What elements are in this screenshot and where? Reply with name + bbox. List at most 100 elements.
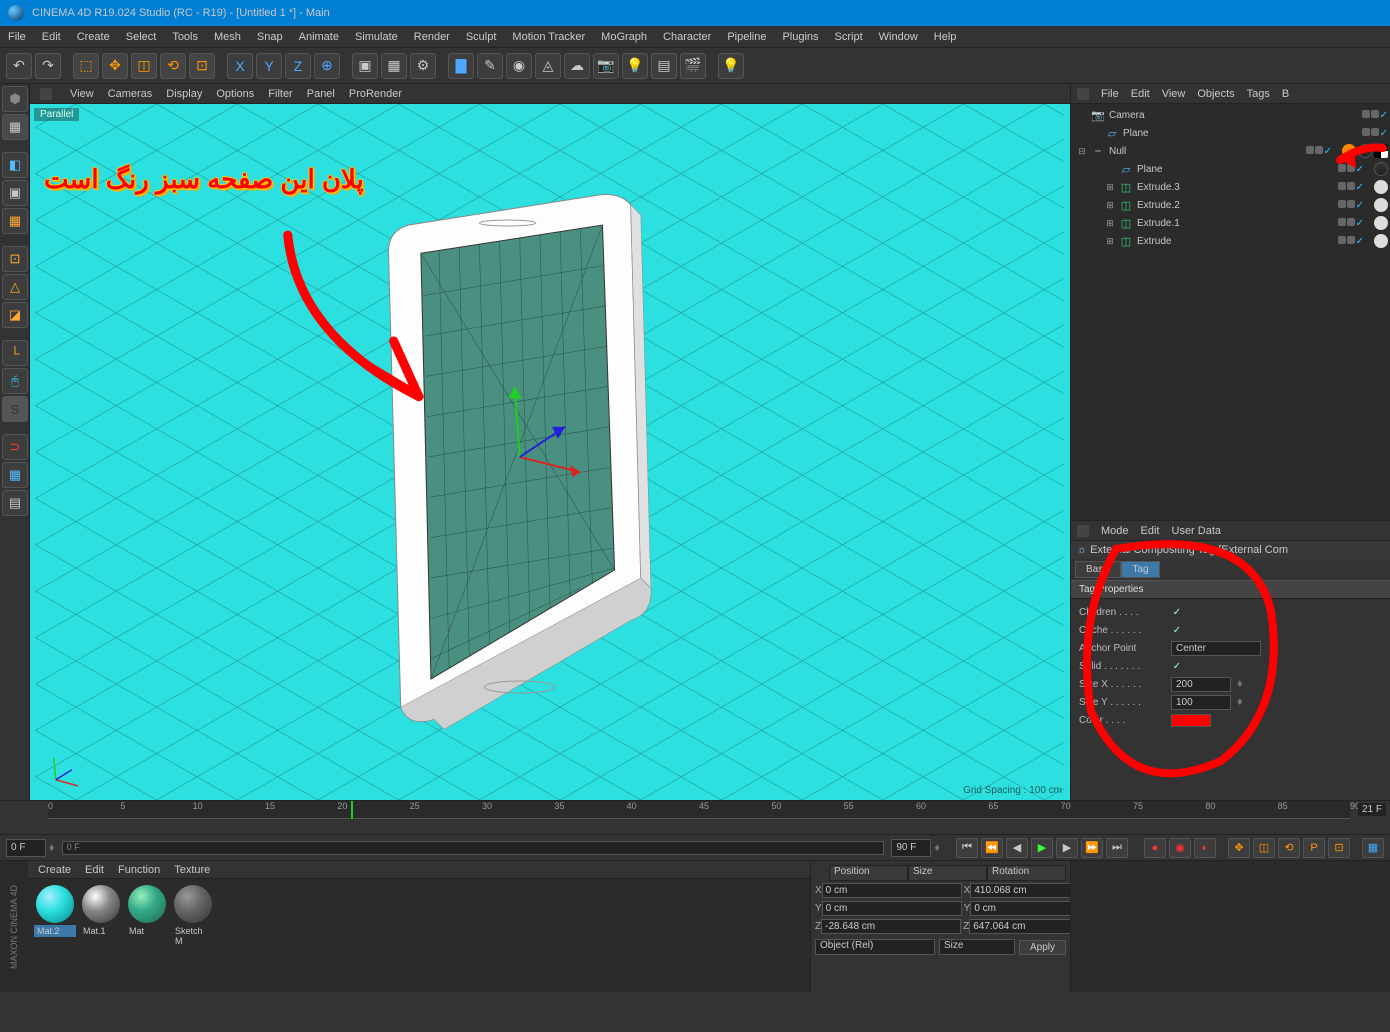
om-menu-file[interactable]: File <box>1101 88 1119 100</box>
render-settings-button[interactable]: ⚙ <box>410 53 436 79</box>
layer-dot-icon[interactable] <box>1371 128 1379 136</box>
om-menu-b[interactable]: B <box>1282 88 1289 100</box>
tree-toggle-icon[interactable]: ⊞ <box>1105 182 1115 193</box>
menu-snap[interactable]: Snap <box>257 31 283 43</box>
position-x-input[interactable] <box>822 883 962 898</box>
om-menu-view[interactable]: View <box>1162 88 1186 100</box>
menu-select[interactable]: Select <box>126 31 157 43</box>
menu-edit[interactable]: Edit <box>42 31 61 43</box>
object-row-plane[interactable]: ▱Plane✓ <box>1071 160 1390 178</box>
vp-menu-filter[interactable]: Filter <box>268 88 292 100</box>
last-tool[interactable]: ⊡ <box>189 53 215 79</box>
timeline[interactable]: 051015202530354045505560657075808590 21 … <box>0 800 1390 834</box>
vp-menu-panel[interactable]: Panel <box>307 88 335 100</box>
next-frame-button[interactable]: ▶ <box>1056 838 1078 858</box>
keyframe-sel-button[interactable]: ◐ <box>1194 838 1216 858</box>
solid-checkbox[interactable]: ✓ <box>1171 660 1183 672</box>
attr-menu-mode[interactable]: Mode <box>1101 525 1129 537</box>
points-mode[interactable]: ⊡ <box>2 246 28 272</box>
model-tool[interactable]: ◧ <box>2 152 28 178</box>
visibility-check-icon[interactable]: ✓ <box>1356 164 1364 175</box>
object-row-null[interactable]: ⊟⎯Null✓ <box>1071 142 1390 160</box>
tree-toggle-icon[interactable]: ⊟ <box>1077 146 1087 157</box>
menu-tools[interactable]: Tools <box>172 31 198 43</box>
layer-dot-icon[interactable] <box>1338 164 1346 172</box>
tag-orange-icon[interactable] <box>1342 144 1356 158</box>
material-mat-2[interactable]: Mat.2 <box>34 885 76 986</box>
visibility-check-icon[interactable]: ✓ <box>1380 128 1388 139</box>
workplane-tool[interactable]: ▦ <box>2 208 28 234</box>
timeline-playhead[interactable] <box>351 801 353 819</box>
menu-plugins[interactable]: Plugins <box>782 31 818 43</box>
menu-simulate[interactable]: Simulate <box>355 31 398 43</box>
add-generator-button[interactable]: ◉ <box>506 53 532 79</box>
apply-button[interactable]: Apply <box>1019 940 1066 955</box>
add-deformer-button[interactable]: ◬ <box>535 53 561 79</box>
add-cube-button[interactable]: ▇ <box>448 53 474 79</box>
snap-toggle[interactable]: S <box>2 396 28 422</box>
menu-pipeline[interactable]: Pipeline <box>727 31 766 43</box>
render-view-button[interactable]: ▣ <box>352 53 378 79</box>
object-row-extrude-2[interactable]: ⊞◫Extrude.2✓ <box>1071 196 1390 214</box>
frame-slider[interactable]: 0 F <box>62 841 885 855</box>
color-swatch[interactable] <box>1171 714 1211 727</box>
undo-button[interactable]: ↶ <box>6 53 32 79</box>
menu-mesh[interactable]: Mesh <box>214 31 241 43</box>
vp-menu-prorender[interactable]: ProRender <box>349 88 402 100</box>
prev-key-button[interactable]: ⏪ <box>981 838 1003 858</box>
record-button[interactable]: ● <box>1144 838 1166 858</box>
coord-sys-button[interactable]: ⊕ <box>314 53 340 79</box>
vp-menu-options[interactable]: Options <box>216 88 254 100</box>
layer-dot-icon[interactable] <box>1338 182 1346 190</box>
basic-tab[interactable]: Basic <box>1075 561 1121 578</box>
menu-render[interactable]: Render <box>414 31 450 43</box>
vp-menu-view[interactable]: View <box>70 88 94 100</box>
y-axis-toggle[interactable]: Y <box>256 53 282 79</box>
tree-toggle-icon[interactable]: ⊞ <box>1105 200 1115 211</box>
tag-white-icon[interactable] <box>1374 198 1388 212</box>
attr-menu-edit[interactable]: Edit <box>1141 525 1160 537</box>
attr-menu-user-data[interactable]: User Data <box>1172 525 1222 537</box>
play-button[interactable]: ▶ <box>1031 838 1053 858</box>
material-mat[interactable]: Mat <box>126 885 168 986</box>
object-manager-tree[interactable]: 📷Camera✓▱Plane✓⊟⎯Null✓▱Plane✓⊞◫Extrude.3… <box>1071 104 1390 520</box>
visibility-check-icon[interactable]: ✓ <box>1356 200 1364 211</box>
edges-mode[interactable]: △ <box>2 274 28 300</box>
coord-size-select[interactable]: Size <box>939 939 1015 955</box>
layer-dot-icon[interactable] <box>1371 110 1379 118</box>
menu-character[interactable]: Character <box>663 31 711 43</box>
menu-motion tracker[interactable]: Motion Tracker <box>512 31 585 43</box>
menu-file[interactable]: File <box>8 31 26 43</box>
om-menu-tags[interactable]: Tags <box>1247 88 1270 100</box>
select-tool[interactable]: ⬚ <box>73 53 99 79</box>
menu-help[interactable]: Help <box>934 31 957 43</box>
vp-menu-cameras[interactable]: Cameras <box>108 88 153 100</box>
layer-dot-icon[interactable] <box>1315 146 1323 154</box>
add-light-button[interactable]: 💡 <box>622 53 648 79</box>
end-frame-input[interactable] <box>891 839 931 857</box>
goto-start-button[interactable]: ⏮ <box>956 838 978 858</box>
menu-script[interactable]: Script <box>835 31 863 43</box>
object-row-plane[interactable]: ▱Plane✓ <box>1071 124 1390 142</box>
object-row-extrude[interactable]: ⊞◫Extrude✓ <box>1071 232 1390 250</box>
make-editable-button[interactable]: ⬢ <box>2 86 28 112</box>
viewport-solo[interactable]: 🖰 <box>2 368 28 394</box>
autokey-button[interactable]: ◉ <box>1169 838 1191 858</box>
mat-menu-edit[interactable]: Edit <box>85 864 104 876</box>
planar-workplane[interactable]: ▤ <box>2 490 28 516</box>
coord-mode-select[interactable]: Object (Rel) <box>815 939 935 955</box>
object-row-extrude-3[interactable]: ⊞◫Extrude.3✓ <box>1071 178 1390 196</box>
visibility-check-icon[interactable]: ✓ <box>1356 218 1364 229</box>
sizey-input[interactable] <box>1171 695 1231 710</box>
tag-white-icon[interactable] <box>1374 216 1388 230</box>
menu-animate[interactable]: Animate <box>299 31 339 43</box>
layer-dot-icon[interactable] <box>1347 218 1355 226</box>
texture-tool[interactable]: ▣ <box>2 180 28 206</box>
position-z-input[interactable] <box>821 919 961 934</box>
scale-tool[interactable]: ◫ <box>131 53 157 79</box>
next-key-button[interactable]: ⏩ <box>1081 838 1103 858</box>
material-sketch m[interactable]: Sketch M <box>172 885 214 986</box>
layer-dot-icon[interactable] <box>1347 200 1355 208</box>
object-row-camera[interactable]: 📷Camera✓ <box>1071 106 1390 124</box>
start-frame-input[interactable] <box>6 839 46 857</box>
